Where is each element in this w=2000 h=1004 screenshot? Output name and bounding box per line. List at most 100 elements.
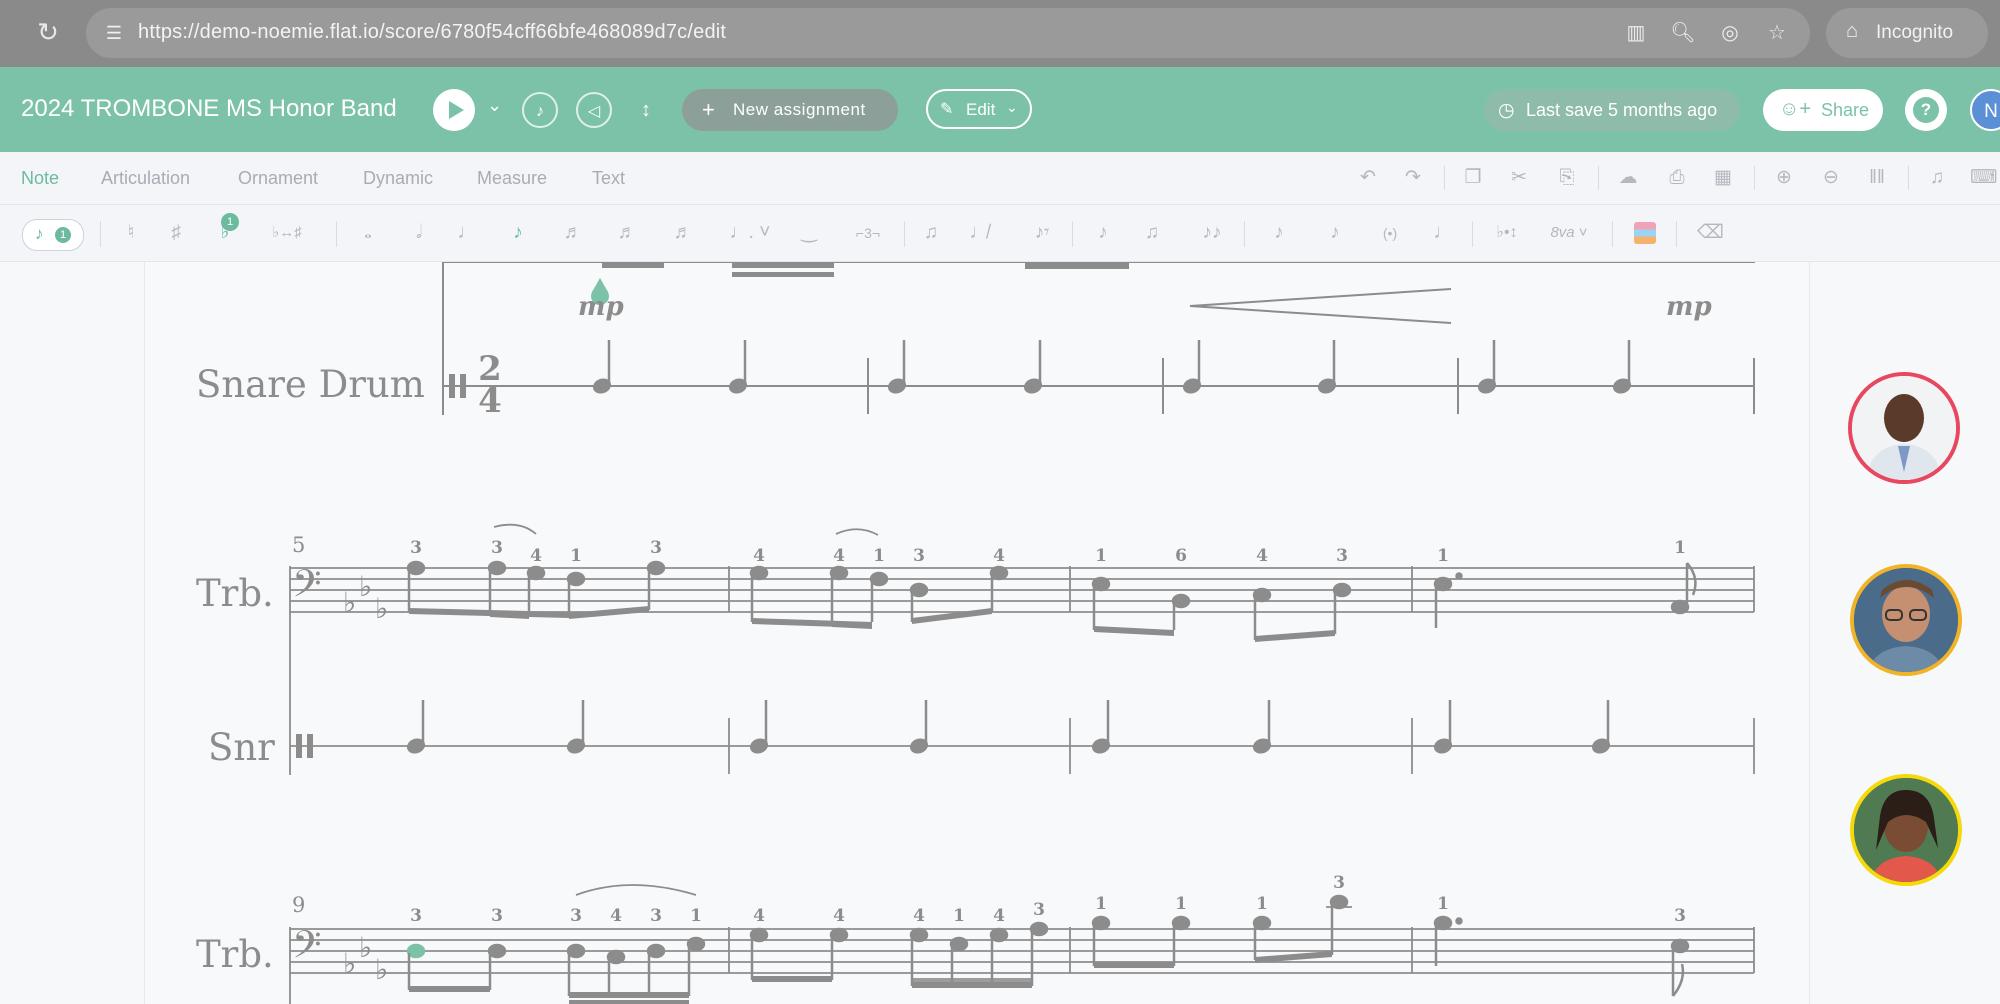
voice-badge: 1 xyxy=(55,227,71,243)
speaker-icon[interactable]: ◁ xyxy=(576,92,612,128)
parenthesis-note-icon[interactable]: (•) xyxy=(1377,220,1403,246)
user-avatar[interactable]: N xyxy=(1970,89,2000,131)
instrument-name[interactable]: Trb. xyxy=(196,933,274,976)
site-settings-icon[interactable]: ☰ xyxy=(100,19,128,47)
fingering: 3 xyxy=(570,906,582,926)
divider xyxy=(1908,166,1909,190)
fingering: 3 xyxy=(913,546,925,566)
instrument-name[interactable]: Snr xyxy=(208,726,275,769)
instrument-name[interactable]: Snare Drum xyxy=(196,363,425,406)
collaborator-avatar[interactable] xyxy=(1848,372,1960,484)
rest-icon[interactable]: ♪𝄾 xyxy=(1020,220,1064,246)
playback-settings-icon[interactable]: ↕ xyxy=(629,93,663,127)
enharmonic-icon[interactable]: ♭↔♯ xyxy=(262,220,312,246)
tab-measure[interactable]: Measure xyxy=(477,168,547,189)
layout-icon[interactable]: ▦ xyxy=(1710,165,1736,191)
fingering: 1 xyxy=(953,906,965,926)
reading-mode-icon[interactable]: ▥ xyxy=(1623,20,1649,46)
natural-icon[interactable]: ♮ xyxy=(118,220,144,246)
collaborator-avatar[interactable] xyxy=(1850,774,1962,886)
tab-articulation[interactable]: Articulation xyxy=(101,168,190,189)
zoom-in-icon[interactable]: ⊕ xyxy=(1771,165,1797,191)
reload-icon[interactable]: ↻ xyxy=(34,18,62,46)
delete-icon[interactable]: ⌫ xyxy=(1697,220,1724,246)
keyboard-icon[interactable]: ⌨ xyxy=(1970,165,1997,191)
fingering: 3 xyxy=(650,538,662,558)
incognito-indicator[interactable]: ⌂ Incognito xyxy=(1826,8,1988,58)
fingering: 1 xyxy=(1256,894,1268,914)
eighth-note-icon[interactable]: ♪ xyxy=(505,220,531,246)
tremolo-icon[interactable]: ♫ xyxy=(1139,220,1165,246)
fingering: 1 xyxy=(1095,894,1107,914)
tie-icon[interactable]: ‿ xyxy=(796,220,822,246)
share-button[interactable]: ☺+ Share xyxy=(1763,89,1883,131)
incognito-icon: ⌂ xyxy=(1846,20,1859,42)
edit-mode-button[interactable]: ✎ Edit ⌄ xyxy=(926,89,1032,129)
transpose-icon[interactable]: ♭•↕ xyxy=(1488,220,1526,246)
small-note-icon[interactable]: ♪ xyxy=(1322,220,1348,246)
sharp-icon[interactable]: ♯ xyxy=(163,220,189,246)
bookmark-star-icon[interactable]: ☆ xyxy=(1764,20,1790,46)
instrument-panel-icon[interactable]: ♫ xyxy=(1924,165,1950,191)
new-assignment-button[interactable]: + New assignment xyxy=(682,89,898,131)
tab-dynamic[interactable]: Dynamic xyxy=(363,168,433,189)
collaborator-avatar[interactable] xyxy=(1850,564,1962,676)
undo-icon[interactable]: ↶ xyxy=(1355,165,1381,191)
tab-note[interactable]: Note xyxy=(21,168,59,189)
print-icon[interactable]: ⎙ xyxy=(1664,165,1690,191)
tuplet-icon[interactable]: ⌐3¬ xyxy=(848,220,888,246)
cross-staff-icon[interactable]: ♪♪ xyxy=(1192,220,1232,246)
pencil-icon: ✎ xyxy=(940,101,954,118)
instrument-name[interactable]: Trb. xyxy=(196,572,274,615)
dot-icon[interactable]: ♩. ˅ xyxy=(728,220,772,246)
dynamic-marking[interactable]: mp xyxy=(578,292,624,322)
help-button[interactable]: ? xyxy=(1905,89,1947,131)
add-user-icon: ☺+ xyxy=(1779,98,1812,120)
flat-icon: ♭ xyxy=(375,953,388,986)
quarter-note-icon[interactable]: ♩ xyxy=(454,220,480,246)
zoom-icon[interactable]: 🔍︎ xyxy=(1670,20,1696,46)
stem-direction-icon[interactable]: ♩ xyxy=(1430,220,1456,246)
fingering: 3 xyxy=(1674,906,1686,926)
playback-options-chevron-down-icon[interactable]: ⌄ xyxy=(487,95,502,116)
copy-icon[interactable]: ❐ xyxy=(1460,165,1486,191)
sixty-fourth-note-icon[interactable]: ♬ xyxy=(670,220,696,246)
zoom-out-icon[interactable]: ⊖ xyxy=(1818,165,1844,191)
fingering: 4 xyxy=(833,546,845,566)
address-bar[interactable]: ☰ https://demo-noemie.flat.io/score/6780… xyxy=(86,8,1810,58)
eye-off-icon[interactable]: ◎ xyxy=(1717,20,1743,46)
divider xyxy=(100,221,101,247)
paste-icon[interactable]: ⎘ xyxy=(1554,165,1580,191)
grace-note-icon[interactable]: ♪ xyxy=(1090,220,1116,246)
tab-text[interactable]: Text xyxy=(592,168,625,189)
unbeam-icon[interactable]: ♩̸ xyxy=(966,220,992,246)
url-text[interactable]: https://demo-noemie.flat.io/score/6780f5… xyxy=(138,21,726,44)
flat-icon: ♭ xyxy=(343,947,356,980)
voice-selector[interactable]: ♪ 1 xyxy=(22,219,84,251)
tab-ornament[interactable]: Ornament xyxy=(238,168,318,189)
dynamic-marking[interactable]: mp xyxy=(1666,292,1712,322)
last-save-button[interactable]: ◷ Last save 5 months ago xyxy=(1484,89,1740,131)
plus-icon: + xyxy=(702,97,715,122)
time-signature-bottom: 4 xyxy=(478,381,502,421)
play-button[interactable] xyxy=(433,89,475,131)
cue-note-icon[interactable]: ♪ xyxy=(1266,220,1292,246)
fingering: 1 xyxy=(1674,538,1686,558)
sixteenth-note-icon[interactable]: ♬ xyxy=(560,220,586,246)
score-canvas[interactable]: 2 4 mp mp Snare Drum 5 Trb. Snr 𝄢 ♭ ♭ ♭ xyxy=(0,262,2000,1004)
whole-note-icon[interactable]: 𝅝 xyxy=(355,220,381,246)
score-title[interactable]: 2024 TROMBONE MS Honor Band xyxy=(21,95,397,123)
ottava-icon[interactable]: 8va ˅ xyxy=(1544,220,1594,246)
metronome-mute-icon[interactable]: ♪ xyxy=(522,92,558,128)
page-view-icon[interactable]: ‖‖ xyxy=(1864,165,1890,191)
measure-number: 5 xyxy=(292,533,305,557)
grace-badge: 1 xyxy=(221,213,239,231)
bass-clef-icon: 𝄢 xyxy=(292,922,322,976)
half-note-icon[interactable]: 𝅗𝅥 xyxy=(406,220,432,246)
beam-icon[interactable]: ♫ xyxy=(918,220,944,246)
redo-icon[interactable]: ↷ xyxy=(1400,165,1426,191)
cut-icon[interactable]: ✂ xyxy=(1506,165,1532,191)
note-color-palette-icon[interactable] xyxy=(1634,222,1656,244)
cloud-download-icon[interactable]: ☁ xyxy=(1615,165,1641,191)
thirty-second-note-icon[interactable]: ♬ xyxy=(614,220,640,246)
